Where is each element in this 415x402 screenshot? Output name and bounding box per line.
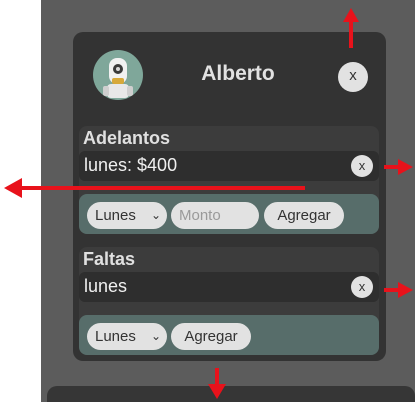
arrow-left-icon <box>4 178 305 198</box>
arrow-right-icon <box>384 159 413 175</box>
arrow-down-icon <box>208 368 226 399</box>
annotation-arrows <box>4 8 413 399</box>
arrow-right-icon <box>384 282 413 298</box>
arrow-up-icon <box>343 8 359 48</box>
